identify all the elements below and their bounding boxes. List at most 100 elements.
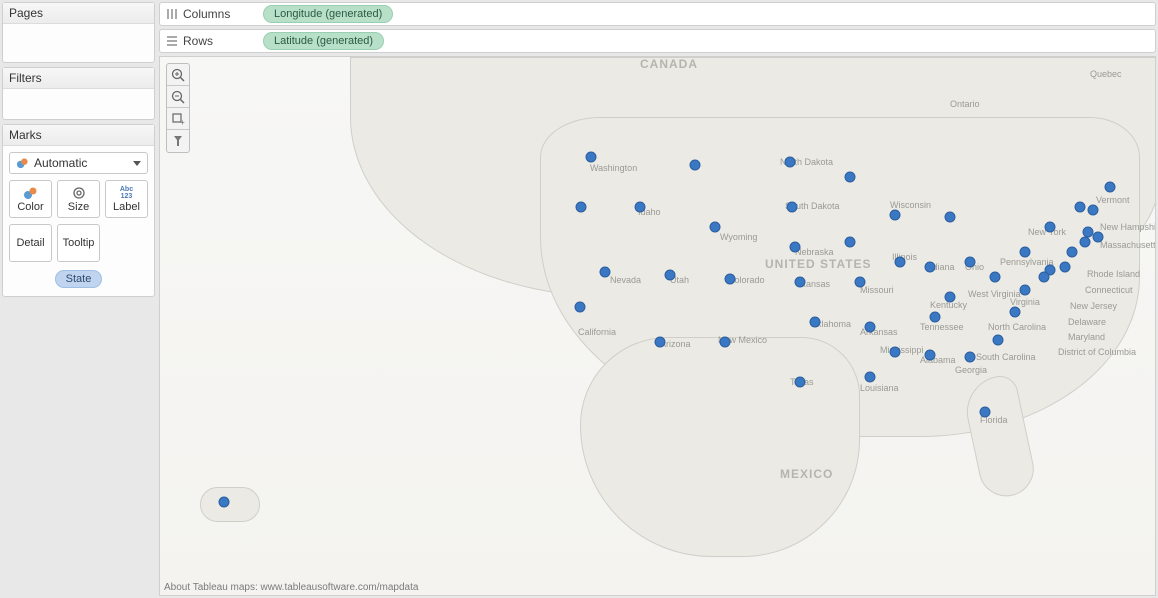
region-label: Georgia bbox=[955, 365, 987, 375]
longitude-pill[interactable]: Longitude (generated) bbox=[263, 5, 393, 23]
pin-button[interactable] bbox=[167, 130, 189, 152]
region-label: Ontario bbox=[950, 99, 980, 109]
color-icon bbox=[23, 186, 39, 200]
land-hawaii bbox=[200, 487, 260, 522]
pages-panel: Pages bbox=[2, 2, 155, 63]
zoom-area-button[interactable]: + bbox=[167, 108, 189, 130]
region-label: Connecticut bbox=[1085, 285, 1133, 295]
state-pill[interactable]: State bbox=[55, 270, 103, 288]
tooltip-button[interactable]: Tooltip bbox=[57, 224, 100, 262]
state-dot[interactable] bbox=[576, 202, 587, 213]
state-dot[interactable] bbox=[865, 372, 876, 383]
state-dot[interactable] bbox=[710, 222, 721, 233]
state-dot[interactable] bbox=[1093, 232, 1104, 243]
state-dot[interactable] bbox=[990, 272, 1001, 283]
region-label: Missouri bbox=[860, 285, 894, 295]
state-dot[interactable] bbox=[1020, 247, 1031, 258]
region-label: Quebec bbox=[1090, 69, 1122, 79]
map-attribution: About Tableau maps: www.tableausoftware.… bbox=[164, 582, 418, 593]
region-label: District of Columbia bbox=[1058, 347, 1136, 357]
state-dot[interactable] bbox=[790, 242, 801, 253]
tooltip-label: Tooltip bbox=[63, 237, 95, 249]
state-dot[interactable] bbox=[810, 317, 821, 328]
state-dot[interactable] bbox=[925, 350, 936, 361]
detail-button[interactable]: Detail bbox=[9, 224, 52, 262]
state-dot[interactable] bbox=[993, 335, 1004, 346]
region-label: New Hampshire bbox=[1100, 222, 1156, 232]
pages-dropzone[interactable] bbox=[3, 24, 154, 62]
state-dot[interactable] bbox=[930, 312, 941, 323]
filters-dropzone[interactable] bbox=[3, 89, 154, 119]
state-dot[interactable] bbox=[720, 337, 731, 348]
columns-shelf[interactable]: Columns Longitude (generated) bbox=[159, 2, 1156, 26]
size-button[interactable]: Size bbox=[57, 180, 100, 218]
state-dot[interactable] bbox=[965, 352, 976, 363]
land-mexico bbox=[580, 337, 860, 557]
state-dot[interactable] bbox=[890, 347, 901, 358]
region-label: North Carolina bbox=[988, 322, 1046, 332]
region-label: Rhode Island bbox=[1087, 269, 1140, 279]
state-dot[interactable] bbox=[1105, 182, 1116, 193]
state-dot[interactable] bbox=[725, 274, 736, 285]
region-label: Delaware bbox=[1068, 317, 1106, 327]
label-mexico: MEXICO bbox=[780, 467, 833, 481]
state-dot[interactable] bbox=[1075, 202, 1086, 213]
state-dot[interactable] bbox=[890, 210, 901, 221]
size-icon bbox=[71, 186, 87, 200]
region-label: Louisiana bbox=[860, 383, 899, 393]
state-dot[interactable] bbox=[795, 377, 806, 388]
marks-panel: Marks Automatic bbox=[2, 124, 155, 297]
state-dot[interactable] bbox=[665, 270, 676, 281]
state-dot[interactable] bbox=[690, 160, 701, 171]
label-label: Label bbox=[113, 201, 140, 213]
state-dot[interactable] bbox=[925, 262, 936, 273]
state-dot[interactable] bbox=[1020, 285, 1031, 296]
state-dot[interactable] bbox=[865, 322, 876, 333]
state-dot[interactable] bbox=[845, 237, 856, 248]
state-dot[interactable] bbox=[1039, 272, 1050, 283]
color-label: Color bbox=[17, 201, 43, 213]
zoom-out-button[interactable] bbox=[167, 86, 189, 108]
marks-buttons-row2: Detail Tooltip bbox=[9, 224, 148, 262]
state-dot[interactable] bbox=[1060, 262, 1071, 273]
state-dot[interactable] bbox=[655, 337, 666, 348]
color-button[interactable]: Color bbox=[9, 180, 52, 218]
map-visualization[interactable]: CANADA UNITED STATES MEXICO QuebecOntari… bbox=[159, 56, 1156, 596]
state-dot[interactable] bbox=[219, 497, 230, 508]
detail-shelf[interactable]: State bbox=[9, 268, 148, 290]
state-dot[interactable] bbox=[586, 152, 597, 163]
state-dot[interactable] bbox=[635, 202, 646, 213]
state-dot[interactable] bbox=[1045, 222, 1056, 233]
state-dot[interactable] bbox=[1010, 307, 1021, 318]
region-label: Virginia bbox=[1010, 297, 1040, 307]
state-dot[interactable] bbox=[855, 277, 866, 288]
filters-title: Filters bbox=[3, 68, 154, 89]
state-dot[interactable] bbox=[787, 202, 798, 213]
state-dot[interactable] bbox=[845, 172, 856, 183]
rows-icon bbox=[166, 35, 178, 47]
state-dot[interactable] bbox=[785, 157, 796, 168]
svg-text:+: + bbox=[180, 118, 185, 126]
state-dot[interactable] bbox=[965, 257, 976, 268]
latitude-pill[interactable]: Latitude (generated) bbox=[263, 32, 384, 50]
marks-type-dropdown[interactable]: Automatic bbox=[9, 152, 148, 174]
side-panels: Pages Filters Marks Automatic bbox=[0, 0, 157, 598]
state-dot[interactable] bbox=[1067, 247, 1078, 258]
region-label: California bbox=[578, 327, 616, 337]
state-dot[interactable] bbox=[945, 212, 956, 223]
shape-icon bbox=[16, 157, 29, 170]
label-icon: Abc123 bbox=[120, 186, 133, 200]
state-dot[interactable] bbox=[795, 277, 806, 288]
state-dot[interactable] bbox=[575, 302, 586, 313]
state-dot[interactable] bbox=[600, 267, 611, 278]
state-dot[interactable] bbox=[1088, 205, 1099, 216]
rows-shelf[interactable]: Rows Latitude (generated) bbox=[159, 29, 1156, 53]
state-dot[interactable] bbox=[980, 407, 991, 418]
zoom-in-button[interactable] bbox=[167, 64, 189, 86]
main-area: Columns Longitude (generated) Rows Latit… bbox=[157, 0, 1158, 598]
label-button[interactable]: Abc123 Label bbox=[105, 180, 148, 218]
state-dot[interactable] bbox=[1080, 237, 1091, 248]
label-canada: CANADA bbox=[640, 57, 698, 71]
state-dot[interactable] bbox=[945, 292, 956, 303]
state-dot[interactable] bbox=[895, 257, 906, 268]
